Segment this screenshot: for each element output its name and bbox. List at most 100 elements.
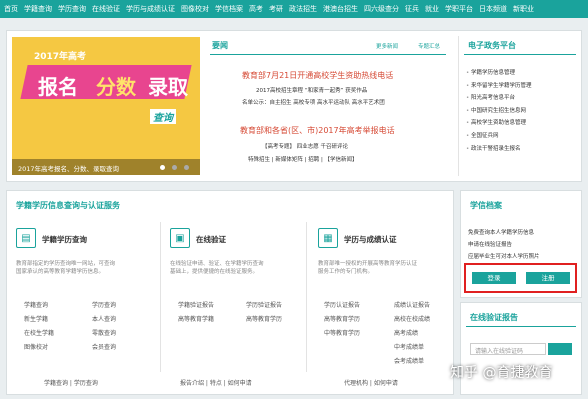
nav-item-9[interactable]: 政法招生 xyxy=(289,4,317,14)
col3-link-links_right-1[interactable]: 高校在校成绩 xyxy=(394,314,430,323)
gov-title: 电子政务平台 xyxy=(468,41,516,50)
col-query-footer[interactable]: 学籍查询 | 学历查询 xyxy=(44,378,98,387)
archive-desc-2: 申请在线验证报告 xyxy=(468,242,513,248)
gov-divider-v xyxy=(458,36,459,176)
top-nav: 首页 学籍查询 学历查询 在线验证 学历与成绩认证 图像校对 学信档案 高考 考研 政法招生 港澳台… xyxy=(0,0,588,18)
col-divider-2 xyxy=(306,222,307,372)
col-cert: ▦ 学历与成绩认证 教育部唯一授权的开展高等教育学历认证 服务工作的专门机构。 学… xyxy=(318,218,462,387)
carousel-dot-1[interactable] xyxy=(160,165,165,170)
banner-word-3: 录取 xyxy=(148,75,188,99)
col3-link-links_left-2[interactable]: 中等教育学历 xyxy=(324,328,360,337)
col-query-desc-1: 教育部指定的学历查询唯一网站，可查询 xyxy=(16,261,116,267)
diploma-icon: ▦ xyxy=(318,228,338,248)
nav-item-5[interactable]: 图像校对 xyxy=(181,4,209,14)
nav-item-4[interactable]: 学历与成绩认证 xyxy=(126,4,175,14)
carousel-dot-3[interactable] xyxy=(184,165,189,170)
news-title: 要闻 xyxy=(212,41,228,50)
col1-link-links_left-3[interactable]: 图像校对 xyxy=(24,342,54,351)
col1-link-links_left-0[interactable]: 学籍查询 xyxy=(24,300,54,309)
archive-desc-3: 应届毕业生可对本人学历照片 xyxy=(468,254,540,260)
nav-item-0[interactable]: 首页 xyxy=(4,4,18,14)
col1-link-links_right-0[interactable]: 学历查询 xyxy=(92,300,116,309)
topics-link[interactable]: 专题汇总 xyxy=(418,42,440,50)
nav-item-12[interactable]: 征兵 xyxy=(405,4,419,14)
banner-word-2: 分数 xyxy=(96,75,136,99)
col-verify-desc-2: 基础上，提供便捷的在线验证服务。 xyxy=(170,269,259,275)
gov-item-3[interactable]: 中国研究生招生信息网 xyxy=(466,106,532,114)
gov-item-1[interactable]: 来华留学生学籍学历管理 xyxy=(466,81,532,89)
certificate-icon: ▣ xyxy=(170,228,190,248)
verify-title: 在线验证报告 xyxy=(470,313,518,322)
register-button[interactable]: 注册 xyxy=(526,272,570,284)
section-title: 学籍学历信息查询与认证服务 xyxy=(16,201,120,210)
col-cert-desc-1: 教育部唯一授权的开展高等教育学历认证 xyxy=(318,261,418,267)
col-query-desc-2: 国家承认的高等教育学籍学历信息。 xyxy=(16,269,105,275)
news-sub-2[interactable]: 名单公示：自主招生 高校专项 高水平运动队 高水平艺术团 xyxy=(242,98,385,106)
gov-item-0[interactable]: 学籍学历信息管理 xyxy=(466,68,532,76)
col1-link-links_right-2[interactable]: 零散查询 xyxy=(92,328,116,337)
col-query-title[interactable]: 学籍学历查询 xyxy=(42,234,87,245)
carousel-dot-2[interactable] xyxy=(172,165,177,170)
gov-item-5[interactable]: 全国征兵网 xyxy=(466,131,532,139)
headline-2[interactable]: 教育部和各省(区、市)2017年高考举报电话 xyxy=(240,125,395,136)
gov-divider xyxy=(464,54,576,55)
col1-link-links_left-2[interactable]: 在校生学籍 xyxy=(24,328,54,337)
col-divider-1 xyxy=(160,222,161,372)
nav-item-7[interactable]: 高考 xyxy=(249,4,263,14)
gov-item-4[interactable]: 高校学生资助信息管理 xyxy=(466,118,532,126)
col2-link-links_left-0[interactable]: 学籍验证报告 xyxy=(178,300,214,309)
col3-link-links_left-0[interactable]: 学历认证报告 xyxy=(324,300,360,309)
col2-link-links_right-1[interactable]: 高等教育学历 xyxy=(246,314,282,323)
banner-word-1: 报名 xyxy=(38,75,78,99)
col-verify: ▣ 在线验证 在线验证申请、验证、在学籍学历查询 基础上，提供便捷的在线验证服务。… xyxy=(170,218,314,387)
col3-link-links_right-0[interactable]: 成绩认证报告 xyxy=(394,300,430,309)
col1-link-links_left-1[interactable]: 新生学籍 xyxy=(24,314,54,323)
archive-title: 学信档案 xyxy=(470,201,502,210)
col2-link-links_left-1[interactable]: 高等教育学籍 xyxy=(178,314,214,323)
gov-item-2[interactable]: 阳光高考信息平台 xyxy=(466,93,532,101)
nav-item-15[interactable]: 日本频道 xyxy=(479,4,507,14)
col3-link-links_right-4[interactable]: 会考成绩单 xyxy=(394,356,430,365)
news-sub-1[interactable]: 2017高校招生章程 “和家青一起秀” 获奖作品 xyxy=(256,86,367,94)
gov-list: 学籍学历信息管理来华留学生学籍学历管理阳光高考信息平台中国研究生招生信息网高校学… xyxy=(466,68,532,156)
document-icon: ▤ xyxy=(16,228,36,248)
verify-code-input[interactable]: 请输入在线验证码 xyxy=(470,343,546,355)
nav-item-14[interactable]: 学职平台 xyxy=(445,4,473,14)
news-sub-3[interactable]: 【高考专题】 四业志愿 千召研评论 xyxy=(262,142,348,150)
col1-link-links_right-1[interactable]: 本人查询 xyxy=(92,314,116,323)
login-button[interactable]: 登录 xyxy=(472,272,516,284)
col3-link-links_right-3[interactable]: 中考成绩单 xyxy=(394,342,430,351)
col1-link-links_right-3[interactable]: 会员查询 xyxy=(92,342,116,351)
banner-query: 查询 xyxy=(150,109,176,124)
col-cert-desc-2: 服务工作的专门机构。 xyxy=(318,269,374,275)
news-sub-4[interactable]: 特殊招生 | 新媒体矩阵 | 招聘 | 【学信新闻】 xyxy=(248,155,358,163)
nav-item-6[interactable]: 学信档案 xyxy=(215,4,243,14)
nav-item-3[interactable]: 在线验证 xyxy=(92,4,120,14)
nav-item-11[interactable]: 四六级查分 xyxy=(364,4,399,14)
nav-item-2[interactable]: 学历查询 xyxy=(58,4,86,14)
archive-desc-1: 免费查询本人学籍学历信息 xyxy=(468,230,535,236)
nav-item-1[interactable]: 学籍查询 xyxy=(24,4,52,14)
col-cert-footer[interactable]: 代理机构 | 如何申请 xyxy=(344,378,398,387)
headline-1[interactable]: 教育部7月21日开通高校学生资助热线电话 xyxy=(242,70,393,81)
banner[interactable]: 2017年高考 报名 分数 录取 查询 2017年高考报名、分数、录取查询 xyxy=(12,37,200,175)
col3-link-links_left-1[interactable]: 高等教育学历 xyxy=(324,314,360,323)
gov-item-6[interactable]: 政法干警招录生报名 xyxy=(466,144,532,152)
col-verify-desc-1: 在线验证申请、验证、在学籍学历查询 xyxy=(170,261,264,267)
col-query: ▤ 学籍学历查询 教育部指定的学历查询唯一网站，可查询 国家承认的高等教育学籍学历… xyxy=(16,218,160,387)
watermark: 知乎 @育捷教育 xyxy=(450,365,553,381)
verify-divider xyxy=(466,326,576,327)
nav-item-16[interactable]: 新职业 xyxy=(513,4,534,14)
verify-search-button[interactable] xyxy=(548,343,572,355)
more-news-link[interactable]: 更多新闻 xyxy=(376,42,398,50)
nav-item-13[interactable]: 就业 xyxy=(425,4,439,14)
col-cert-title[interactable]: 学历与成绩认证 xyxy=(344,234,397,245)
nav-item-8[interactable]: 考研 xyxy=(269,4,283,14)
col2-link-links_right-0[interactable]: 学历验证报告 xyxy=(246,300,282,309)
col-verify-title[interactable]: 在线验证 xyxy=(196,234,226,245)
col3-link-links_right-2[interactable]: 高考成绩 xyxy=(394,328,430,337)
col-verify-footer[interactable]: 报告介绍 | 特点 | 如何申请 xyxy=(180,378,252,387)
news-divider xyxy=(210,54,446,55)
banner-year: 2017年高考 xyxy=(34,52,87,62)
nav-item-10[interactable]: 港澳台招生 xyxy=(323,4,358,14)
